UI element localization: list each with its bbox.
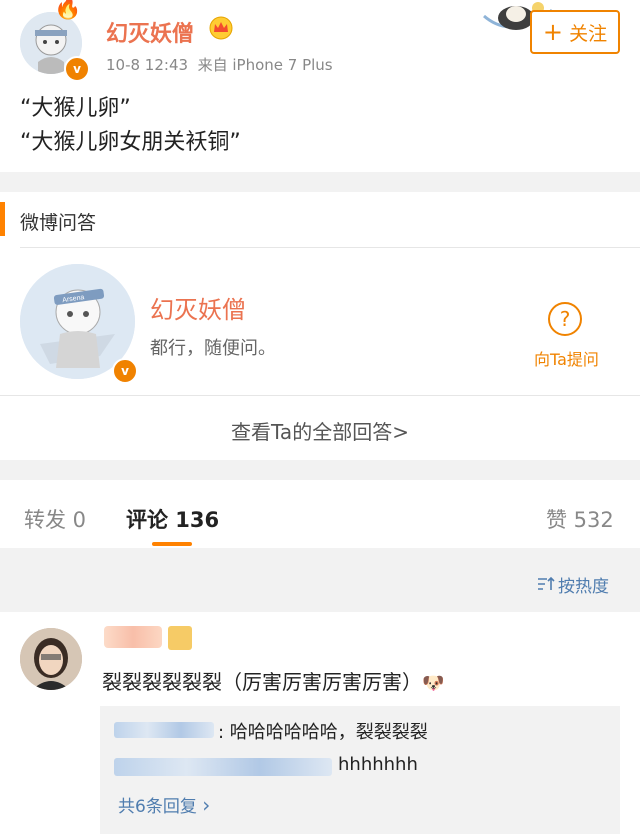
reply-user-blurred[interactable] [114, 758, 332, 776]
tab-repost[interactable]: 转发 0 [24, 504, 86, 534]
sort-label: 按热度 [558, 577, 609, 597]
comment-list: 裂裂裂裂裂裂（厉害厉害厉害厉害）🐶 : 哈哈哈哈哈哈，裂裂裂裂 hhhhhhh … [0, 612, 640, 834]
plus-icon: + [542, 18, 564, 46]
post-card: 🔥 v 幻灭妖僧 10-8 12:43 来自 iPhone 7 Plus + 关… [0, 0, 640, 172]
section-accent-bar [0, 202, 5, 236]
qa-verified-badge: v [112, 358, 138, 384]
post-source: 来自 iPhone 7 Plus [197, 56, 333, 74]
follow-label: 关注 [569, 23, 608, 45]
divider [0, 395, 640, 396]
qa-author-name[interactable]: 幻灭妖僧 [150, 290, 246, 325]
comment-text: 裂裂裂裂裂裂（厉害厉害厉害厉害）🐶 [102, 666, 444, 695]
post-text: “大猴儿卵” “大猴儿卵女朋关袄铜” [20, 92, 241, 160]
tab-bar: 转发 0 评论 136 赞 532 [0, 480, 640, 548]
sort-icon [536, 576, 558, 597]
doge-emoji-icon: 🐶 [422, 673, 445, 694]
chevron-right-icon: › [202, 793, 211, 817]
view-all-answers-link[interactable]: 查看Ta的全部回答> [0, 416, 640, 445]
comment-item: 裂裂裂裂裂裂（厉害厉害厉害厉害）🐶 : 哈哈哈哈哈哈，裂裂裂裂 hhhhhhh … [0, 612, 640, 834]
commenter-name-blurred[interactable] [104, 626, 162, 648]
reply-preview-box[interactable]: : 哈哈哈哈哈哈，裂裂裂裂 hhhhhhh 共6条回复 › [100, 706, 620, 834]
post-time: 10-8 12:43 [106, 56, 189, 74]
weibo-qa-card: 微博问答 Arsena v 幻灭妖僧 都行，随便问。 ? 向Ta提问 查看Ta的… [0, 192, 640, 460]
qa-section-title: 微博问答 [20, 212, 97, 234]
flame-icon: 🔥 [54, 0, 82, 21]
tab-comments[interactable]: 评论 136 [126, 504, 219, 534]
divider [20, 247, 640, 248]
crown-icon [208, 16, 234, 44]
sort-row: 按热度 [0, 552, 640, 612]
view-all-replies-link[interactable]: 共6条回复 › [118, 792, 210, 817]
ask-label: 向Ta提问 [534, 350, 599, 369]
active-tab-indicator [152, 542, 192, 546]
reply-user-blurred[interactable] [114, 722, 214, 738]
qa-subtitle: 都行，随便问。 [150, 338, 276, 359]
post-line-1: “大猴儿卵” [20, 96, 131, 121]
verified-badge: v [64, 56, 90, 82]
author-name[interactable]: 幻灭妖僧 [106, 16, 194, 48]
comment-body: 裂裂裂裂裂裂（厉害厉害厉害厉害） [102, 670, 422, 694]
reply-text-1: : 哈哈哈哈哈哈，裂裂裂裂 [218, 722, 428, 743]
more-replies-label: 共6条回复 [118, 797, 197, 817]
commenter-avatar[interactable] [20, 628, 82, 690]
post-meta: 10-8 12:43 来自 iPhone 7 Plus [106, 54, 333, 75]
post-line-2: “大猴儿卵女朋关袄铜” [20, 130, 241, 155]
tab-likes[interactable]: 赞 532 [546, 504, 614, 534]
sort-by-hot-button[interactable]: 按热度 [536, 572, 609, 597]
reply-text-2: hhhhhhh [338, 754, 418, 775]
ask-question-button[interactable]: ? 向Ta提问 [534, 300, 600, 370]
member-badge-icon [168, 626, 192, 650]
question-icon: ? [548, 302, 582, 336]
follow-button[interactable]: + 关注 [530, 10, 620, 54]
